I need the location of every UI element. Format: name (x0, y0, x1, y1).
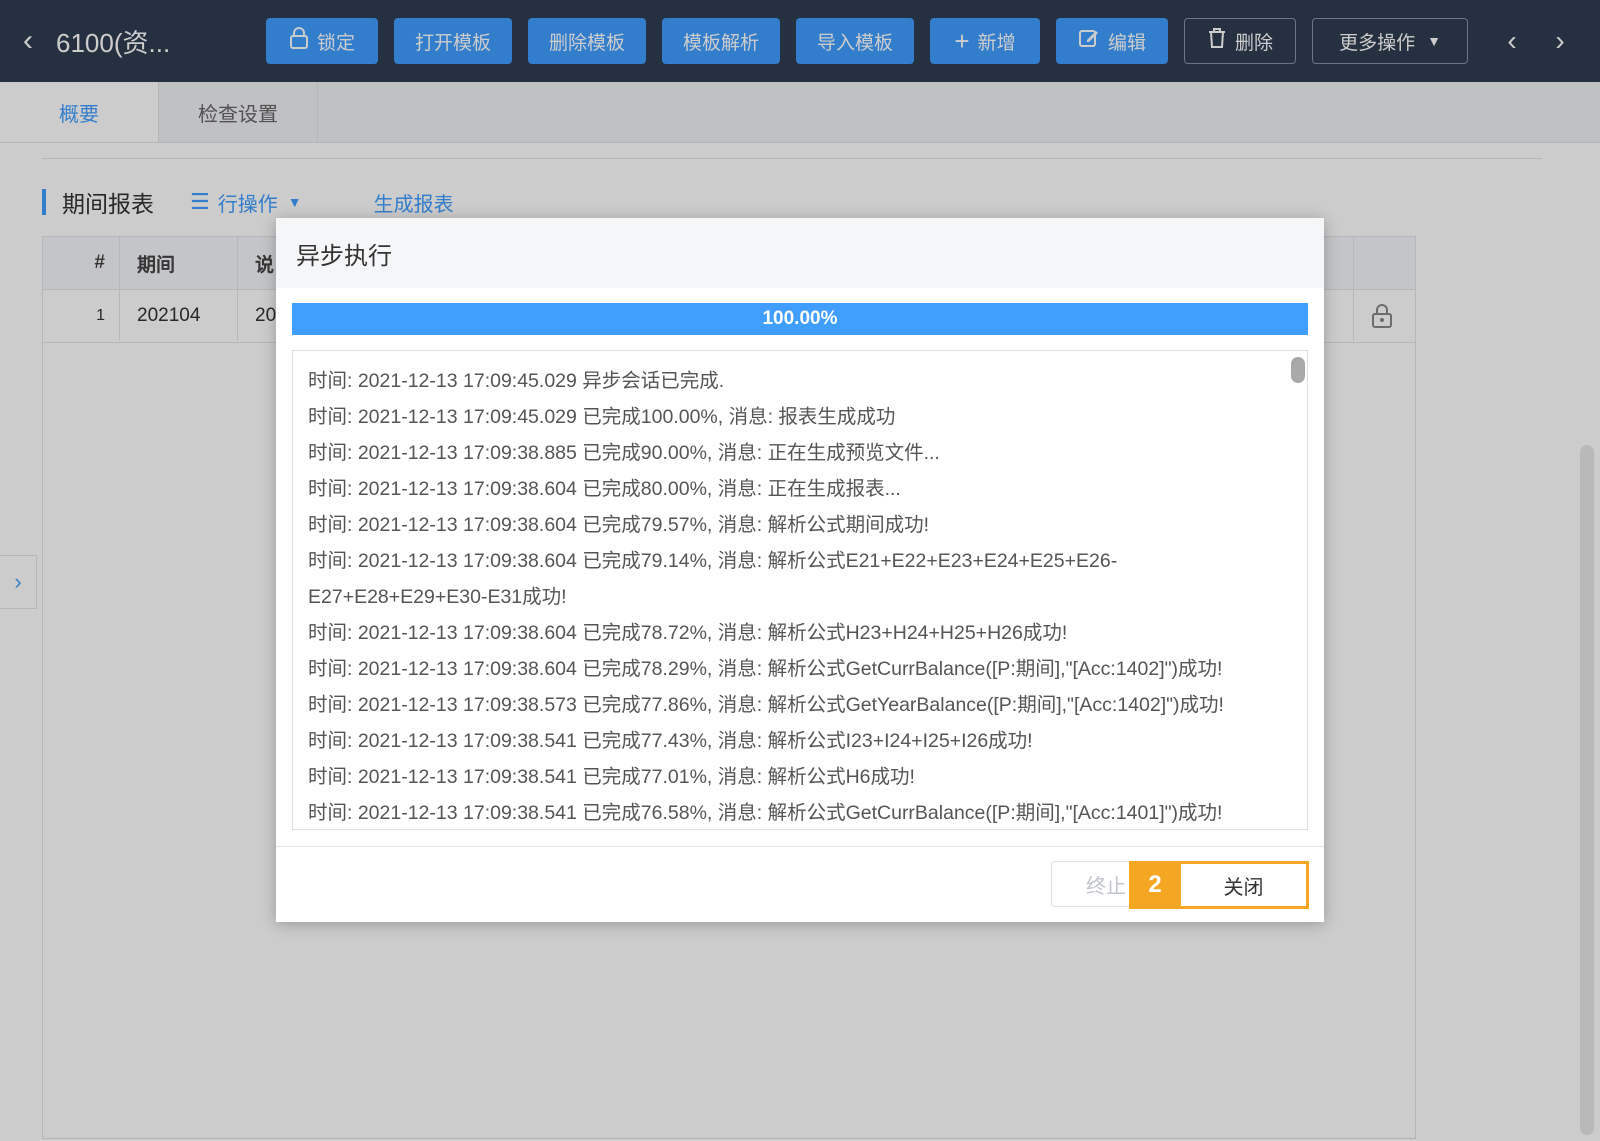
progress-text: 100.00% (762, 308, 838, 329)
close-label: 关闭 (1223, 876, 1264, 899)
log-line: 时间: 2021-12-13 17:09:38.541 已完成76.58%, 消… (308, 802, 1223, 824)
log-line: 时间: 2021-12-13 17:09:38.604 已完成80.00%, 消… (308, 478, 901, 500)
log-line: 时间: 2021-12-13 17:09:38.885 已完成90.00%, 消… (308, 442, 940, 464)
async-execution-dialog: 异步执行 100.00% 时间: 2021-12-13 17:09:45.029… (276, 218, 1324, 922)
log-line: 时间: 2021-12-13 17:09:38.541 已完成77.43%, 消… (308, 730, 1033, 752)
log-line: 时间: 2021-12-13 17:09:38.604 已完成79.14%, 消… (308, 550, 1118, 572)
log-line: 时间: 2021-12-13 17:09:45.029 已完成100.00%, … (308, 406, 896, 428)
log-line: E27+E28+E29+E30-E31成功! (308, 586, 567, 608)
log-list: 时间: 2021-12-13 17:09:45.029 异步会话已完成. 时间: … (293, 351, 1307, 829)
close-button[interactable]: 2 关闭 (1129, 861, 1309, 909)
dialog-footer-divider (276, 846, 1324, 847)
log-line: 时间: 2021-12-13 17:09:38.573 已完成77.86%, 消… (308, 694, 1224, 716)
progress-fill: 100.00% (292, 303, 1308, 335)
log-line: 时间: 2021-12-13 17:09:38.604 已完成78.72%, 消… (308, 622, 1068, 644)
dialog-title: 异步执行 (276, 218, 1324, 288)
step-callout-badge: 2 (1129, 861, 1181, 909)
execution-log[interactable]: 时间: 2021-12-13 17:09:45.029 异步会话已完成. 时间: … (292, 350, 1308, 830)
progress-bar: 100.00% (292, 303, 1308, 335)
log-line: 时间: 2021-12-13 17:09:38.604 已完成79.57%, 消… (308, 514, 930, 536)
log-line: 时间: 2021-12-13 17:09:38.604 已完成78.29%, 消… (308, 658, 1223, 680)
log-line: 时间: 2021-12-13 17:09:45.029 异步会话已完成. (308, 370, 725, 392)
stop-label: 终止 (1086, 875, 1126, 898)
log-scrollbar[interactable] (1291, 351, 1305, 829)
log-line: 时间: 2021-12-13 17:09:38.541 已完成77.01%, 消… (308, 766, 915, 788)
log-scrollbar-thumb[interactable] (1291, 357, 1305, 383)
